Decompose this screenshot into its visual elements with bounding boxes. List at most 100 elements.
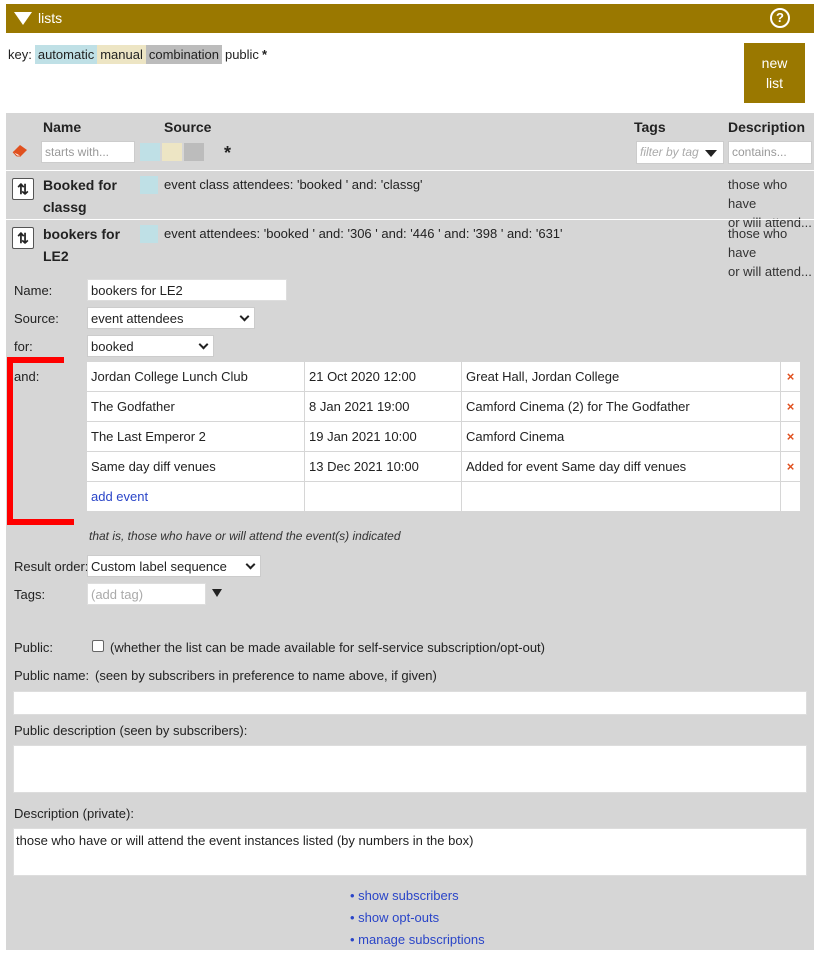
result-order-label: Result order: xyxy=(14,559,89,574)
column-description-header[interactable]: Description xyxy=(728,119,805,135)
chevron-down-icon xyxy=(239,311,250,322)
list-description-line2: or will attend... xyxy=(728,264,812,279)
column-name-header[interactable]: Name xyxy=(43,119,81,135)
list-name-line2: LE2 xyxy=(43,248,69,264)
column-tags-header[interactable]: Tags xyxy=(634,119,666,135)
dropdown-arrow-icon xyxy=(705,150,717,157)
name-field[interactable]: bookers for LE2 xyxy=(87,279,287,301)
event-date: 21 Oct 2020 12:00 xyxy=(304,361,462,392)
tags-label: Tags: xyxy=(14,587,46,602)
show-optouts-link[interactable]: • show opt-outs xyxy=(350,907,485,929)
list-row[interactable]: ⇅ Booked for classg event class attendee… xyxy=(6,170,814,230)
source-select[interactable]: event attendees xyxy=(87,307,255,329)
add-tag-input[interactable]: (add tag) xyxy=(87,583,206,605)
new-list-label-line1: new xyxy=(761,55,788,71)
event-venue: Camford Cinema (2) for The Godfather xyxy=(461,391,781,422)
name-label: Name: xyxy=(14,283,53,298)
list-source: event class attendees: 'booked ' and: 'c… xyxy=(164,177,423,192)
event-date: 13 Dec 2021 10:00 xyxy=(304,451,462,482)
help-icon[interactable]: ? xyxy=(770,8,790,28)
list-row-expanded[interactable]: ⇅ bookers for LE2 event attendees: 'book… xyxy=(6,219,814,279)
public-hint: (whether the list can be made available … xyxy=(110,640,545,655)
key-legend: key: automatic manual combination public * xyxy=(8,45,270,64)
remove-event-icon[interactable]: × xyxy=(780,391,801,422)
tag-filter-select[interactable]: filter by tag xyxy=(636,141,724,164)
empty-cell xyxy=(780,481,801,512)
filter-combination-swatch[interactable] xyxy=(184,143,204,161)
event-date: 19 Jan 2021 10:00 xyxy=(304,421,462,452)
show-subscribers-link[interactable]: • show subscribers xyxy=(350,885,485,907)
event-venue: Camford Cinema xyxy=(461,421,781,452)
empty-cell xyxy=(304,481,462,512)
lists-panel: Name Source Tags Description starts with… xyxy=(6,113,814,950)
filter-public-star[interactable]: * xyxy=(224,143,231,164)
red-bracket-annotation xyxy=(7,357,74,525)
reorder-arrows-icon[interactable]: ⇅ xyxy=(12,227,34,249)
remove-event-icon[interactable]: × xyxy=(780,361,801,392)
section-title: lists xyxy=(38,10,63,26)
public-name-label: Public name: xyxy=(14,668,90,683)
new-list-button[interactable]: new list xyxy=(744,43,805,103)
list-name-line2: classg xyxy=(43,199,87,215)
add-event-link[interactable]: add event xyxy=(86,481,305,512)
events-table: Jordan College Lunch Club 21 Oct 2020 12… xyxy=(86,361,801,512)
key-public: public xyxy=(224,47,259,62)
event-title: Same day diff venues xyxy=(86,451,305,482)
public-description-label: Public description (seen by subscribers)… xyxy=(14,723,248,738)
source-type-swatch xyxy=(140,176,158,194)
event-title: The Last Emperor 2 xyxy=(86,421,305,452)
lists-header-bar[interactable]: lists ? xyxy=(6,4,814,33)
key-label: key: xyxy=(8,47,32,62)
remove-event-icon[interactable]: × xyxy=(780,451,801,482)
public-checkbox[interactable] xyxy=(92,640,104,652)
public-description-field[interactable] xyxy=(13,745,807,793)
private-description-field[interactable]: those who have or will attend the event … xyxy=(13,828,807,876)
reorder-arrows-icon[interactable]: ⇅ xyxy=(12,178,34,200)
source-label: Source: xyxy=(14,311,59,326)
eraser-icon[interactable] xyxy=(10,143,30,157)
new-list-label-line2: list xyxy=(765,75,784,91)
table-row: add event xyxy=(86,481,801,512)
key-public-star: * xyxy=(261,47,267,62)
for-select[interactable]: booked xyxy=(87,335,214,357)
key-automatic: automatic xyxy=(34,45,98,64)
private-description-label: Description (private): xyxy=(14,806,134,821)
tag-dropdown-arrow-icon[interactable] xyxy=(212,589,222,597)
event-venue: Great Hall, Jordan College xyxy=(461,361,781,392)
filter-manual-swatch[interactable] xyxy=(162,143,182,161)
list-description-line1: those who have xyxy=(728,177,788,211)
public-name-field[interactable] xyxy=(13,691,807,715)
list-name-line1: bookers for xyxy=(43,226,121,242)
for-label: for: xyxy=(14,339,33,354)
empty-cell xyxy=(461,481,781,512)
event-date: 8 Jan 2021 19:00 xyxy=(304,391,462,422)
result-order-value: Custom label sequence xyxy=(91,559,227,574)
chevron-down-icon xyxy=(245,559,256,570)
result-order-select[interactable]: Custom label sequence xyxy=(87,555,261,577)
key-manual: manual xyxy=(97,45,146,64)
name-filter-input[interactable]: starts with... xyxy=(41,141,135,163)
column-source-header[interactable]: Source xyxy=(164,119,211,135)
remove-event-icon[interactable]: × xyxy=(780,421,801,452)
list-name[interactable]: bookers for LE2 xyxy=(43,223,120,267)
public-name-hint: (seen by subscribers in preference to na… xyxy=(95,668,437,683)
tag-filter-placeholder: filter by tag xyxy=(640,145,699,159)
event-title: The Godfather xyxy=(86,391,305,422)
table-row: The Last Emperor 2 19 Jan 2021 10:00 Cam… xyxy=(86,421,801,452)
manage-subscriptions-link[interactable]: • manage subscriptions xyxy=(350,929,485,951)
table-row: Same day diff venues 13 Dec 2021 10:00 A… xyxy=(86,451,801,482)
filter-automatic-swatch[interactable] xyxy=(140,143,160,161)
for-select-value: booked xyxy=(91,339,134,354)
collapse-triangle-icon[interactable] xyxy=(14,12,32,25)
list-name[interactable]: Booked for classg xyxy=(43,174,117,218)
subscription-links: • show subscribers • show opt-outs • man… xyxy=(350,885,485,951)
table-row: Jordan College Lunch Club 21 Oct 2020 12… xyxy=(86,361,801,392)
public-label: Public: xyxy=(14,640,54,655)
table-row: The Godfather 8 Jan 2021 19:00 Camford C… xyxy=(86,391,801,422)
chevron-down-icon xyxy=(198,339,209,350)
event-title: Jordan College Lunch Club xyxy=(86,361,305,392)
list-description-line1: those who have xyxy=(728,226,788,260)
description-filter-input[interactable]: contains... xyxy=(728,141,812,164)
source-type-swatch xyxy=(140,225,158,243)
and-note: that is, those who have or will attend t… xyxy=(89,529,401,543)
